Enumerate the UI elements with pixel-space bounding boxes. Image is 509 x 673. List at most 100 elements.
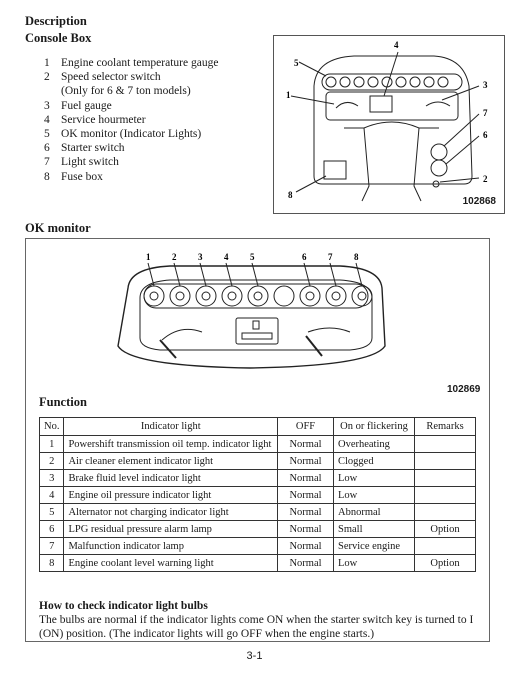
cell-no: 6 (38, 520, 65, 538)
callout-3: 3 (198, 252, 203, 262)
cell-off: Normal (277, 486, 334, 504)
table-row: 7 Malfunction indicator lamp Normal Service… (38, 537, 476, 555)
table-header-row: No. Indicator light OFF On or flickering… (38, 417, 476, 436)
callout-8: 8 (288, 190, 293, 200)
list-item: 2 Speed selector switch (44, 71, 161, 84)
callout-3: 3 (483, 80, 488, 90)
table-row: 8 Engine coolant level warning light Norma… (38, 554, 476, 572)
warning-triangle-icon-glyph (331, 291, 341, 301)
cell-remarks (414, 503, 476, 521)
col-no: No. (38, 417, 65, 436)
air-cleaner-icon (169, 285, 191, 307)
figure-id: 102869 (447, 384, 481, 395)
cell-no: 7 (38, 537, 65, 555)
oil-pressure-icon (221, 285, 243, 307)
cell-no: 2 (38, 452, 65, 470)
cell-remarks (414, 452, 476, 470)
ok-monitor-title: OK monitor (25, 221, 91, 235)
list-item: 7 Light switch (44, 156, 119, 169)
cell-no: 4 (38, 486, 65, 504)
cell-off: Normal (277, 452, 334, 470)
cell-on: Small (333, 520, 415, 538)
col-off: OFF (277, 417, 334, 436)
figure-id: 102868 (462, 196, 496, 207)
coolant-level-icon (351, 285, 373, 307)
fuel-needle (305, 335, 323, 357)
cell-no: 1 (38, 435, 65, 453)
function-table: No. Indicator light OFF On or flickering… (38, 417, 476, 572)
page-number: 3-1 (246, 650, 263, 662)
table-row: 4 Engine oil pressure indicator light Norm… (38, 486, 476, 504)
cell-indicator-light: Alternator not charging indicator light (63, 503, 278, 521)
callout-8: 8 (354, 252, 359, 262)
cell-indicator-light: Air cleaner element indicator light (63, 452, 278, 470)
lpg-pressure-icon-glyph (305, 291, 315, 301)
callout-4: 4 (224, 252, 229, 262)
cell-remarks: Option (414, 554, 476, 572)
cell-remarks (414, 469, 476, 487)
cell-off: Normal (277, 520, 334, 538)
table-row: 3 Brake fluid level indicator light Normal… (38, 469, 476, 487)
console-box-title: Console Box (25, 31, 92, 45)
air-cleaner-icon-glyph (175, 291, 185, 301)
list-item: (Only for 6 & 7 ton models) (61, 85, 191, 98)
bulb-check-line-1: The bulbs are normal if the indicator li… (39, 614, 474, 626)
transmission-oil-temp-icon-glyph (149, 291, 159, 301)
cell-indicator-light: Malfunction indicator lamp (63, 537, 278, 555)
table-row: 6 LPG residual pressure alarm lamp Normal S… (38, 520, 476, 538)
console-box-figure: 5 4 1 3 7 6 2 8 102868 (273, 35, 505, 214)
light-switch (430, 143, 448, 161)
battery-icon (247, 285, 269, 307)
brake-fluid-icon-glyph (201, 291, 211, 301)
temperature-gauge (335, 102, 359, 109)
fuse-box (323, 160, 347, 180)
list-item: 4 Service hourmeter (44, 113, 146, 126)
list-item: 3 Fuel gauge (44, 99, 112, 112)
cell-off: Normal (277, 537, 334, 555)
callout-2: 2 (172, 252, 177, 262)
temperature-gauge (161, 328, 203, 341)
brake-fluid-icon (195, 285, 217, 307)
cell-no: 3 (38, 469, 65, 487)
table-row: 5 Alternator not charging indicator light… (38, 503, 476, 521)
cell-off: Normal (277, 469, 334, 487)
coolant-level-icon-glyph (357, 291, 367, 301)
hourmeter-digits (241, 332, 273, 340)
section-heading: Description (25, 14, 87, 28)
hourmeter-hourglass (252, 320, 260, 330)
list-item: 6 Starter switch (44, 142, 125, 155)
cell-indicator-light: Powershift transmission oil temp. indica… (63, 435, 278, 453)
callout-6: 6 (483, 130, 488, 140)
col-on: On or flickering (333, 417, 415, 436)
callout-2: 2 (483, 174, 488, 184)
table-row: 2 Air cleaner element indicator light Norm… (38, 452, 476, 470)
temperature-needle (159, 339, 177, 359)
cell-indicator-light: Engine oil pressure indicator light (63, 486, 278, 504)
blank-lamp (273, 285, 295, 307)
list-item: 8 Fuse box (44, 170, 103, 183)
cell-on: Abnormal (333, 503, 415, 521)
callout-7: 7 (483, 108, 488, 118)
callout-6: 6 (302, 252, 307, 262)
cell-indicator-light: Brake fluid level indicator light (63, 469, 278, 487)
callout-7: 7 (328, 252, 333, 262)
bracket (344, 127, 439, 202)
battery-icon-glyph (253, 291, 263, 301)
callout-leader (147, 262, 155, 287)
cell-indicator-light: LPG residual pressure alarm lamp (63, 520, 278, 538)
table-row: 1 Powershift transmission oil temp. indic… (38, 435, 476, 453)
cell-off: Normal (277, 554, 334, 572)
cell-on: Service engine (333, 537, 415, 555)
callout-4: 4 (394, 40, 399, 50)
bulb-check-section: How to check indicator light bulbs The b… (39, 599, 479, 641)
cell-remarks (414, 435, 476, 453)
col-remarks: Remarks (414, 417, 476, 436)
cell-on: Overheating (333, 435, 415, 453)
cell-indicator-light: Engine coolant level warning light (63, 554, 278, 572)
callout-5: 5 (250, 252, 255, 262)
function-title: Function (39, 395, 87, 409)
cell-off: Normal (277, 435, 334, 453)
cell-off: Normal (277, 503, 334, 521)
callout-1: 1 (286, 90, 291, 100)
cell-no: 5 (38, 503, 65, 521)
